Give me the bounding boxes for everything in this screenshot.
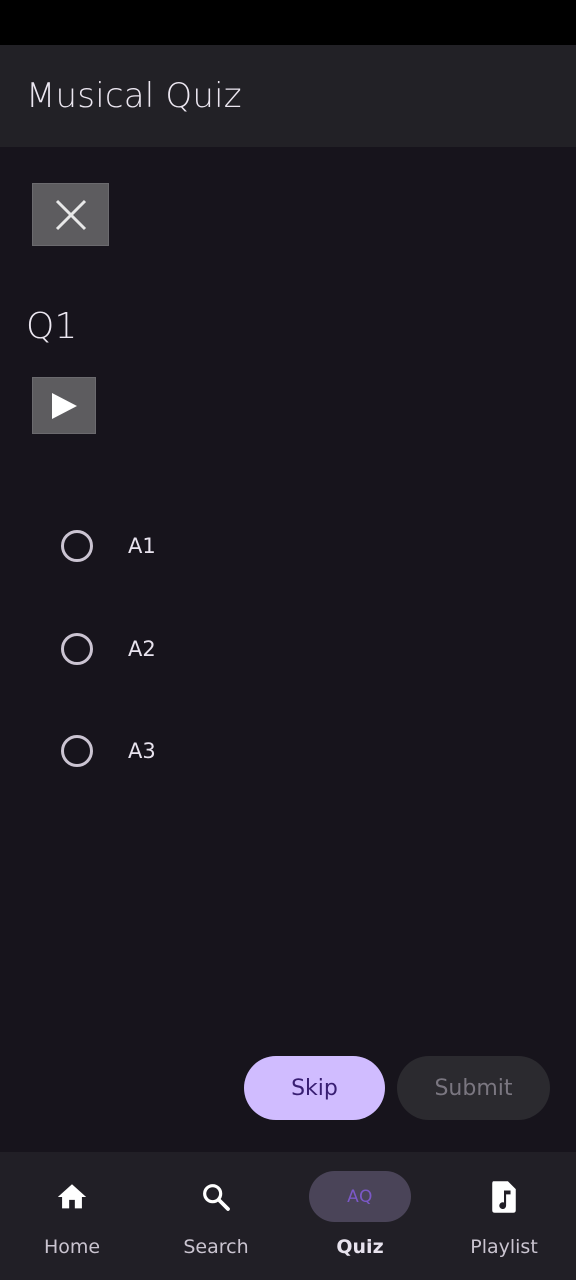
nav-item-playlist[interactable]: Playlist: [432, 1152, 576, 1280]
nav-label: Home: [43, 1236, 101, 1258]
home-icon: [57, 1183, 87, 1208]
close-icon: [55, 199, 86, 230]
nav-item-home[interactable]: Home: [0, 1152, 144, 1280]
close-button[interactable]: [32, 183, 109, 246]
radio-button[interactable]: [61, 633, 93, 665]
quiz-icon: AQ: [347, 1186, 373, 1207]
nav-item-search[interactable]: Search: [144, 1152, 288, 1280]
submit-button[interactable]: Submit: [397, 1056, 550, 1120]
answer-option[interactable]: A2: [61, 632, 156, 666]
radio-button[interactable]: [61, 530, 93, 562]
answer-label: A2: [128, 637, 156, 661]
answer-option[interactable]: A1: [61, 529, 156, 563]
status-bar: [0, 0, 576, 45]
question-title: Q1: [26, 306, 78, 347]
nav-label: Quiz: [336, 1236, 384, 1258]
nav-label: Search: [183, 1236, 249, 1258]
nav-icon-container: [165, 1171, 267, 1222]
radio-button[interactable]: [61, 735, 93, 767]
nav-icon-container: [21, 1171, 123, 1222]
nav-item-quiz[interactable]: AQ Quiz: [288, 1152, 432, 1280]
nav-icon-container: [453, 1171, 555, 1222]
music-file-icon: [492, 1180, 516, 1213]
play-icon: [52, 392, 77, 419]
play-button[interactable]: [32, 377, 96, 434]
app-title: Musical Quiz: [26, 76, 242, 116]
nav-active-indicator: AQ: [309, 1171, 411, 1222]
answer-option[interactable]: A3: [61, 734, 156, 768]
skip-button[interactable]: Skip: [244, 1056, 385, 1120]
answer-label: A3: [128, 739, 156, 763]
search-icon: [203, 1183, 230, 1211]
answer-label: A1: [128, 534, 156, 558]
nav-label: Playlist: [470, 1236, 538, 1258]
app-bar: Musical Quiz: [0, 45, 576, 147]
bottom-navigation: Home Search AQ Quiz Playlist: [0, 1152, 576, 1280]
